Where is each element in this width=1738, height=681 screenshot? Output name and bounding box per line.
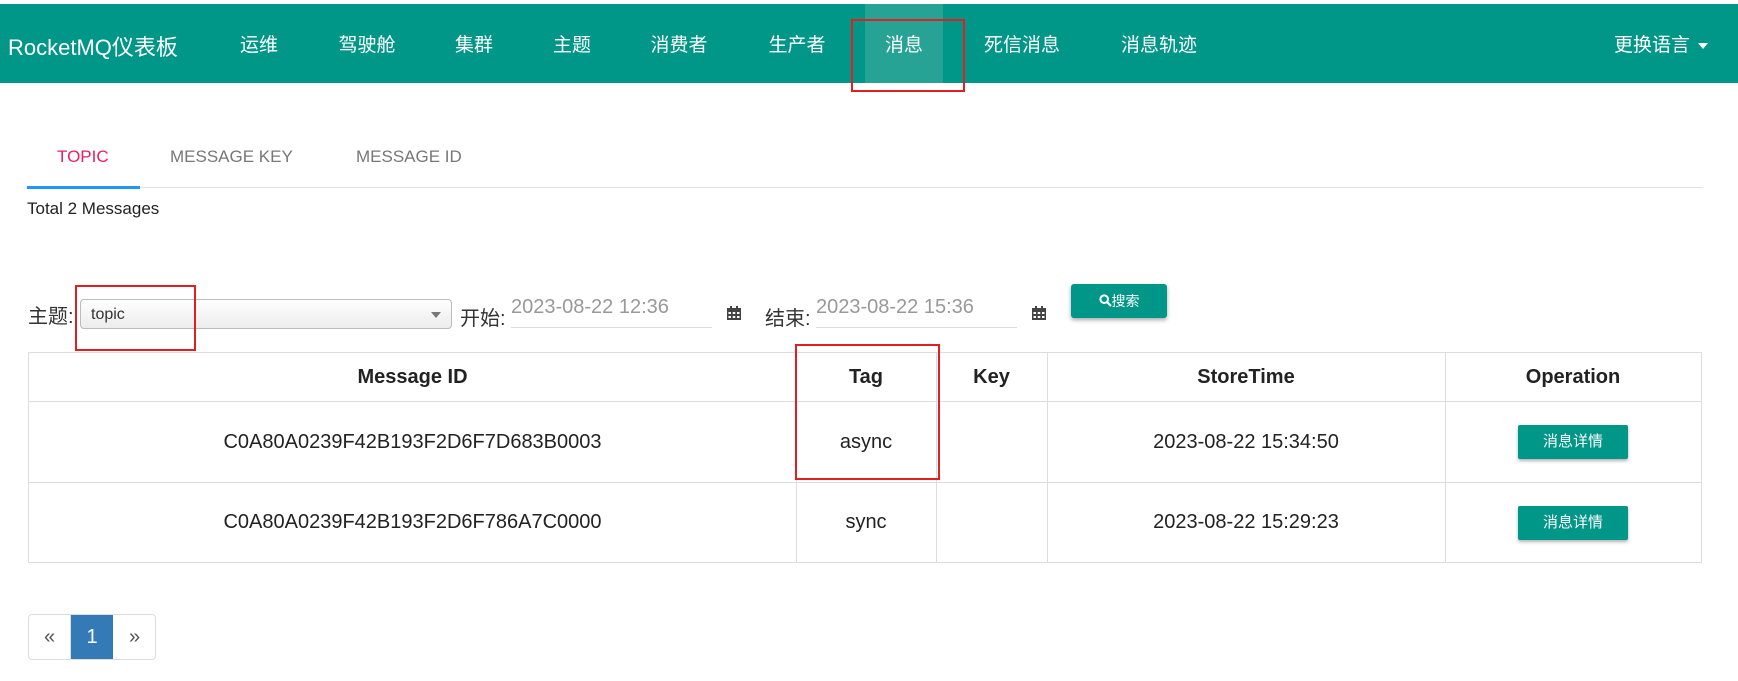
tab-message-key[interactable]: MESSAGE KEY <box>170 147 293 167</box>
tab-message-id[interactable]: MESSAGE ID <box>356 147 462 167</box>
language-label: 更换语言 <box>1613 35 1690 56</box>
tag-cell: sync <box>845 511 887 533</box>
key-cell <box>936 402 1047 482</box>
pagination-next[interactable]: » <box>114 615 155 659</box>
key-cell <box>936 483 1047 562</box>
message-detail-button[interactable]: 消息详情 <box>1518 425 1628 459</box>
pagination-page-1[interactable]: 1 <box>71 615 113 659</box>
tag-cell: async <box>839 430 893 453</box>
end-label: 结束: <box>765 308 811 330</box>
search-button-label: 搜索 <box>1111 293 1140 309</box>
nav-item-message-trace[interactable]: 消息轨迹 <box>1118 4 1200 83</box>
language-dropdown[interactable]: 更换语言 <box>1614 30 1708 57</box>
column-header-message-id: Message ID <box>357 365 468 388</box>
start-label: 开始: <box>460 308 506 330</box>
search-button[interactable]: 搜索 <box>1071 284 1167 318</box>
top-navbar: RocketMQ仪表板 运维 驾驶舱 集群 主题 消费者 生产者 消息 死信消息… <box>0 4 1738 83</box>
brand-title[interactable]: RocketMQ仪表板 <box>8 30 178 62</box>
message-id-cell: C0A80A0239F42B193F2D6F7D683B0003 <box>223 430 602 453</box>
store-time-cell: 2023-08-22 15:34:50 <box>1153 430 1339 453</box>
message-detail-button[interactable]: 消息详情 <box>1518 506 1628 540</box>
store-time-cell: 2023-08-22 15:29:23 <box>1153 511 1339 533</box>
nav-item-topic[interactable]: 主题 <box>551 4 593 83</box>
search-icon <box>1098 294 1112 307</box>
column-header-tag: Tag <box>848 365 884 388</box>
column-header-key: Key <box>973 365 1010 388</box>
active-tab-indicator <box>27 186 140 189</box>
tab-topic[interactable]: TOPIC <box>57 147 109 167</box>
nav-item-message[interactable]: 消息 <box>865 4 943 83</box>
message-count: Total 2 Messages <box>27 199 160 218</box>
nav-item-producer[interactable]: 生产者 <box>766 4 828 83</box>
topic-label: 主题: <box>28 306 74 328</box>
chevron-down-icon <box>431 312 441 318</box>
column-header-operation: Operation <box>1525 365 1621 388</box>
nav-item-consumer[interactable]: 消费者 <box>648 4 710 83</box>
pagination-prev[interactable]: « <box>29 615 71 659</box>
topic-select[interactable]: topic <box>80 299 452 329</box>
search-mode-tabs: TOPIC MESSAGE KEY MESSAGE ID <box>27 135 1703 189</box>
start-time-input[interactable]: 2023-08-22 12:36 <box>511 296 712 328</box>
nav-item-ops[interactable]: 运维 <box>239 4 279 83</box>
topic-select-value: topic <box>91 306 125 323</box>
nav-item-dashboard[interactable]: 驾驶舱 <box>337 4 397 83</box>
nav-item-dlq-message[interactable]: 死信消息 <box>981 4 1063 83</box>
message-id-cell: C0A80A0239F42B193F2D6F786A7C0000 <box>223 511 602 533</box>
pagination: « 1 » <box>28 614 156 660</box>
end-time-input[interactable]: 2023-08-22 15:36 <box>816 296 1017 328</box>
caret-down-icon <box>1698 42 1708 49</box>
message-table: Message ID Tag Key StoreTime Operation C… <box>28 352 1702 563</box>
calendar-icon[interactable] <box>726 305 742 321</box>
calendar-icon[interactable] <box>1031 305 1047 321</box>
column-header-store-time: StoreTime <box>1197 365 1295 388</box>
nav-item-cluster[interactable]: 集群 <box>453 4 495 83</box>
